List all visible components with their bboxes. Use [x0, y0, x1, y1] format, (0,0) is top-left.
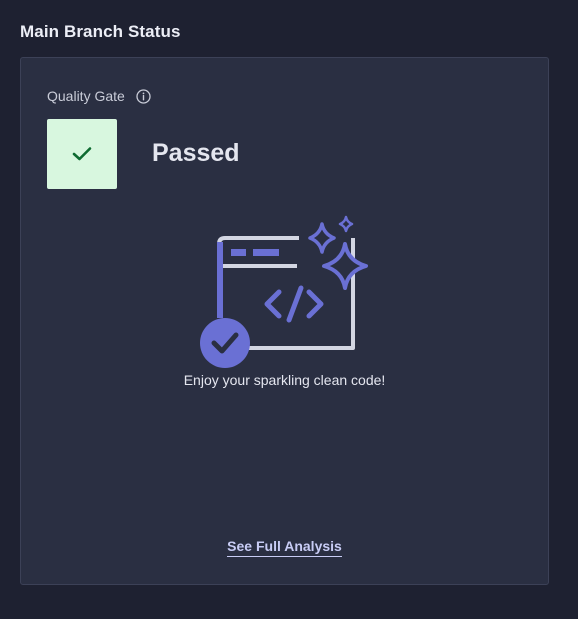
- full-analysis-link-container: See Full Analysis: [21, 538, 548, 557]
- sparkle-small-icon: [338, 215, 354, 233]
- quality-gate-label: Quality Gate: [47, 88, 125, 104]
- code-bracket-right-icon: [306, 289, 324, 319]
- info-icon[interactable]: [136, 88, 151, 104]
- code-slash-icon: [286, 285, 304, 323]
- check-icon: [72, 147, 92, 161]
- code-bracket-left-icon: [264, 289, 282, 319]
- quality-gate-header: Quality Gate: [47, 88, 151, 104]
- sparkle-medium-icon: [308, 222, 336, 254]
- sparkling-code-illustration: [200, 215, 368, 368]
- quality-gate-status-text: Passed: [152, 139, 240, 167]
- section-title: Main Branch Status: [20, 22, 181, 41]
- check-badge-icon: [200, 318, 250, 368]
- sparkle-large-icon: [322, 242, 368, 290]
- success-message: Enjoy your sparkling clean code!: [183, 372, 386, 388]
- branch-status-card: Quality Gate Passed Enjoy your sparkling…: [20, 57, 549, 585]
- quality-gate-status-badge: [47, 119, 117, 189]
- see-full-analysis-link[interactable]: See Full Analysis: [227, 538, 342, 557]
